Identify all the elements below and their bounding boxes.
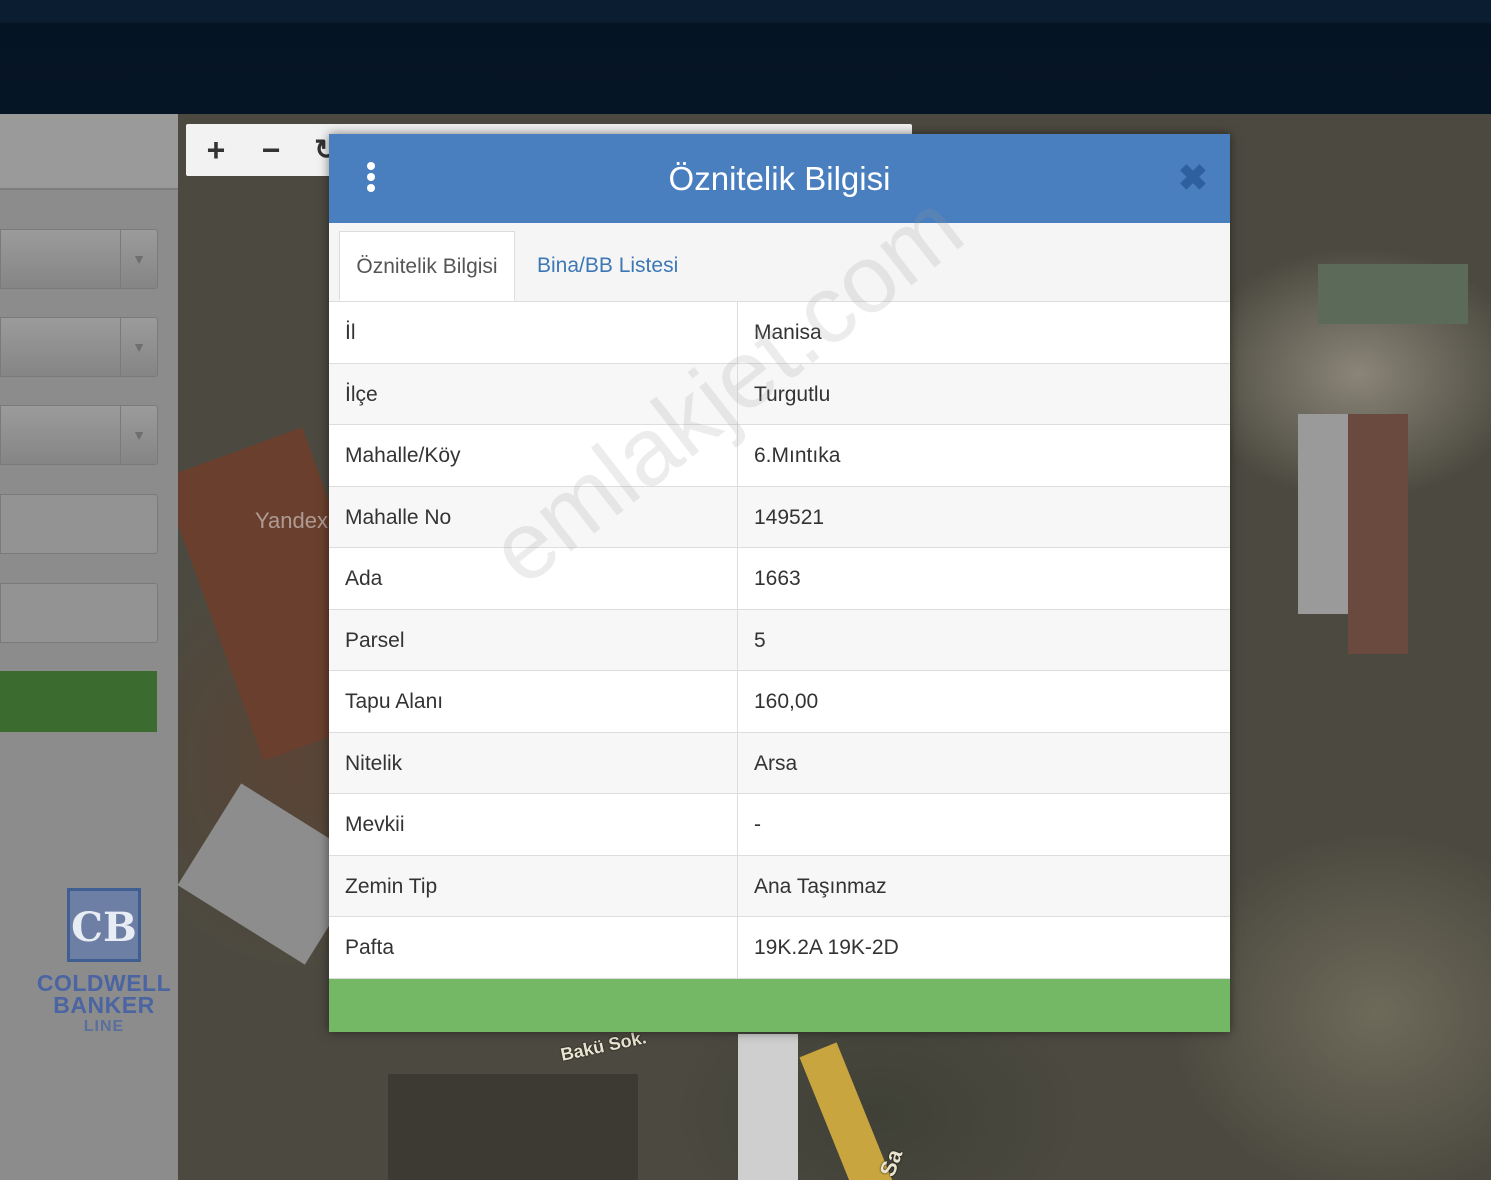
map-building [388,1074,638,1180]
tab-attribute-info[interactable]: Öznitelik Bilgisi [339,231,515,301]
dialog-tabs: Öznitelik Bilgisi Bina/BB Listesi [329,223,1230,302]
attribute-info-dialog: Öznitelik Bilgisi ✖ Öznitelik Bilgisi Bi… [329,134,1230,1032]
close-icon[interactable]: ✖ [1178,158,1208,198]
coldwell-banker-logo: CB COLDWELL BANKER LINE [30,888,178,1036]
table-row: Parsel 5 [329,609,1230,671]
table-row: Nitelik Arsa [329,732,1230,794]
chevron-down-icon: ▼ [120,406,157,464]
table-row: Mahalle/Köy 6.Mıntıka [329,425,1230,487]
row-value: Ana Taşınmaz [754,874,887,898]
top-bar [0,0,1491,114]
table-row: Ada 1663 [329,548,1230,610]
map-building [1318,264,1468,324]
row-key: İl [345,321,356,344]
panel-header [0,114,178,190]
cb-logo-icon: CB [67,888,141,962]
row-key: Ada [345,567,383,590]
block-input[interactable] [0,494,158,554]
map-building [1298,414,1348,614]
query-button[interactable] [0,671,157,732]
table-row: Pafta 19K.2A 19K-2D [329,917,1230,979]
row-value: Manisa [754,321,822,344]
attribute-table: İl Manisa İlçe Turgutlu Mahalle/Köy 6.Mıntı… [329,302,1230,979]
table-row: Tapu Alanı 160,00 [329,671,1230,733]
row-key: Mahalle/Köy [345,444,461,467]
row-value: 6.Mıntıka [754,444,841,467]
row-value: 19K.2A 19K-2D [754,936,899,959]
map-building [738,1034,798,1180]
dialog-header: Öznitelik Bilgisi ✖ [329,134,1230,223]
zoom-in-button[interactable]: + [196,132,236,168]
dialog-title: Öznitelik Bilgisi [668,160,891,197]
chevron-down-icon: ▼ [120,230,157,288]
row-key: Parsel [345,628,405,652]
row-key: Mevkii [345,813,405,836]
province-select[interactable]: ▼ [0,229,158,289]
tab-building-list[interactable]: Bina/BB Listesi [527,231,688,301]
table-row: Mahalle No 149521 [329,486,1230,548]
table-row: Mevkii - [329,794,1230,856]
dialog-footer [329,979,1230,1032]
row-key: Mahalle No [345,505,452,529]
row-value: 5 [754,628,766,652]
row-key: Tapu Alanı [345,690,444,713]
brand-line-1: COLDWELL [36,970,172,996]
row-key: Zemin Tip [345,874,438,898]
row-value: 160,00 [754,690,819,713]
table-row: İlçe Turgutlu [329,363,1230,425]
row-value: Turgutlu [754,382,831,406]
row-value: 1663 [754,567,801,590]
row-key: İlçe [345,382,378,406]
parcel-input[interactable] [0,583,158,643]
row-key: Pafta [345,936,395,959]
yandex-watermark: Yandex [255,508,328,533]
district-select[interactable]: ▼ [0,317,158,377]
row-key: Nitelik [345,751,403,775]
chevron-down-icon: ▼ [120,318,157,376]
brand-line-3: LINE [83,1018,125,1035]
row-value: Arsa [754,751,798,775]
zoom-out-button[interactable]: − [251,132,291,168]
brand-line-2: BANKER [53,992,155,1018]
table-row: İl Manisa [329,302,1230,364]
row-value: - [754,813,761,836]
table-row: Zemin Tip Ana Taşınmaz [329,855,1230,917]
row-value: 149521 [754,505,825,529]
neighborhood-select[interactable]: ▼ [0,405,158,465]
map-building [1348,414,1408,654]
